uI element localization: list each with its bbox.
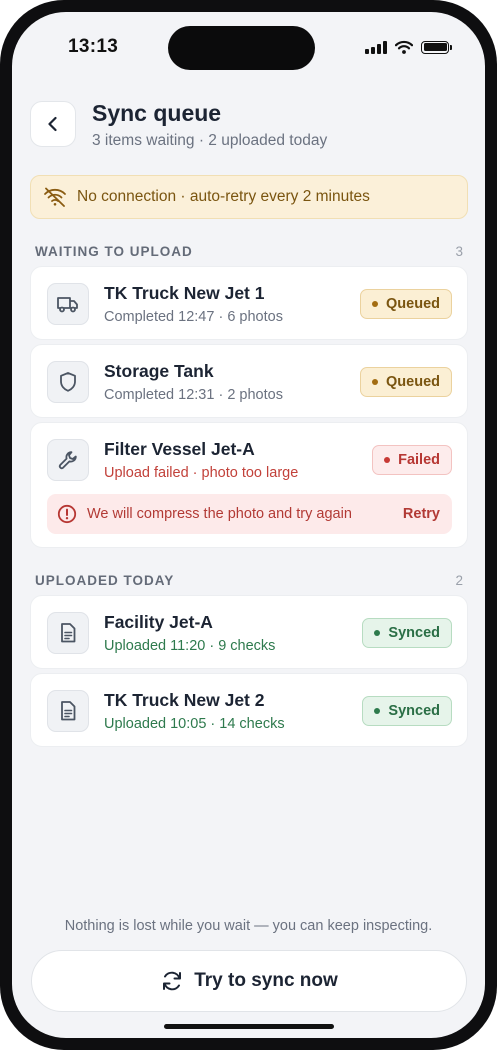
error-message: We will compress the photo and try again bbox=[87, 506, 352, 522]
cellular-signal-icon bbox=[365, 40, 387, 54]
item-subtitle: Upload failed · photo too large bbox=[104, 465, 299, 481]
wifi-icon bbox=[395, 40, 413, 54]
section-label: WAITING TO UPLOAD bbox=[35, 244, 193, 259]
status-time: 13:13 bbox=[68, 36, 119, 57]
status-badge: Queued bbox=[360, 367, 452, 397]
status-label: Synced bbox=[388, 703, 440, 719]
queue-item-card[interactable]: Storage Tank Completed 12:31 · 2 photos … bbox=[30, 344, 468, 418]
item-subtitle: Completed 12:47 · 6 photos bbox=[104, 309, 283, 325]
status-badge: Failed bbox=[372, 445, 452, 475]
truck-icon bbox=[47, 283, 89, 325]
section-label: UPLOADED TODAY bbox=[35, 573, 175, 588]
item-title: TK Truck New Jet 2 bbox=[104, 690, 265, 710]
status-dot bbox=[372, 379, 379, 385]
status-icons bbox=[365, 40, 452, 54]
screen: 13:13 Sync queue 3 items waiting · 2 upl… bbox=[12, 12, 485, 1038]
status-label: Queued bbox=[386, 374, 440, 390]
phone-frame: 13:13 Sync queue 3 items waiting · 2 upl… bbox=[0, 0, 497, 1050]
status-badge: Synced bbox=[362, 696, 452, 726]
uploaded-section-header: UPLOADED TODAY 2 bbox=[35, 573, 463, 588]
status-label: Failed bbox=[398, 452, 440, 468]
uploaded-item-card[interactable]: Facility Jet-A Uploaded 11:20 · 9 checks… bbox=[30, 595, 468, 669]
battery-icon bbox=[421, 40, 452, 54]
alert-circle-icon bbox=[57, 504, 77, 524]
status-label: Queued bbox=[386, 296, 440, 312]
shield-icon bbox=[47, 361, 89, 403]
wifi-off-icon bbox=[44, 187, 66, 207]
status-dot bbox=[374, 630, 381, 636]
document-icon bbox=[47, 690, 89, 732]
error-message-row: We will compress the photo and try again… bbox=[47, 494, 452, 534]
uploaded-item-card[interactable]: TK Truck New Jet 2 Uploaded 10:05 · 14 c… bbox=[30, 673, 468, 747]
document-icon bbox=[47, 612, 89, 654]
back-button[interactable] bbox=[30, 101, 76, 147]
banner-text: No connection · auto-retry every 2 minut… bbox=[77, 188, 370, 205]
sync-now-label: Try to sync now bbox=[194, 970, 338, 991]
page-subtitle: 3 items waiting · 2 uploaded today bbox=[92, 132, 328, 149]
item-title: Facility Jet-A bbox=[104, 612, 213, 632]
status-dot bbox=[372, 301, 379, 307]
status-badge: Synced bbox=[362, 618, 452, 648]
status-badge: Queued bbox=[360, 289, 452, 319]
waiting-section-header: WAITING TO UPLOAD 3 bbox=[35, 244, 463, 259]
item-title: Filter Vessel Jet-A bbox=[104, 439, 255, 459]
item-subtitle: Uploaded 11:20 · 9 checks bbox=[104, 638, 276, 654]
section-count: 3 bbox=[455, 244, 463, 259]
status-label: Synced bbox=[388, 625, 440, 641]
item-subtitle: Completed 12:31 · 2 photos bbox=[104, 387, 283, 403]
wrench-icon bbox=[47, 439, 89, 481]
item-subtitle: Uploaded 10:05 · 14 checks bbox=[104, 716, 285, 732]
dynamic-island bbox=[168, 26, 315, 70]
item-title: TK Truck New Jet 1 bbox=[104, 283, 265, 303]
chevron-left-icon bbox=[48, 116, 57, 132]
status-dot bbox=[384, 457, 391, 463]
status-dot bbox=[374, 708, 381, 714]
page-title: Sync queue bbox=[92, 100, 222, 126]
sync-now-button[interactable]: Try to sync now bbox=[31, 950, 467, 1012]
queue-item-card[interactable]: TK Truck New Jet 1 Completed 12:47 · 6 p… bbox=[30, 266, 468, 340]
item-title: Storage Tank bbox=[104, 361, 214, 381]
retry-button[interactable]: Retry bbox=[403, 506, 440, 522]
section-count: 2 bbox=[455, 573, 463, 588]
footer-note: Nothing is lost while you wait — you can… bbox=[64, 918, 433, 934]
offline-banner: No connection · auto-retry every 2 minut… bbox=[30, 175, 468, 219]
refresh-icon bbox=[163, 971, 182, 991]
queue-item-card-failed[interactable]: Filter Vessel Jet-A Upload failed · phot… bbox=[30, 422, 468, 548]
home-indicator bbox=[164, 1024, 334, 1029]
